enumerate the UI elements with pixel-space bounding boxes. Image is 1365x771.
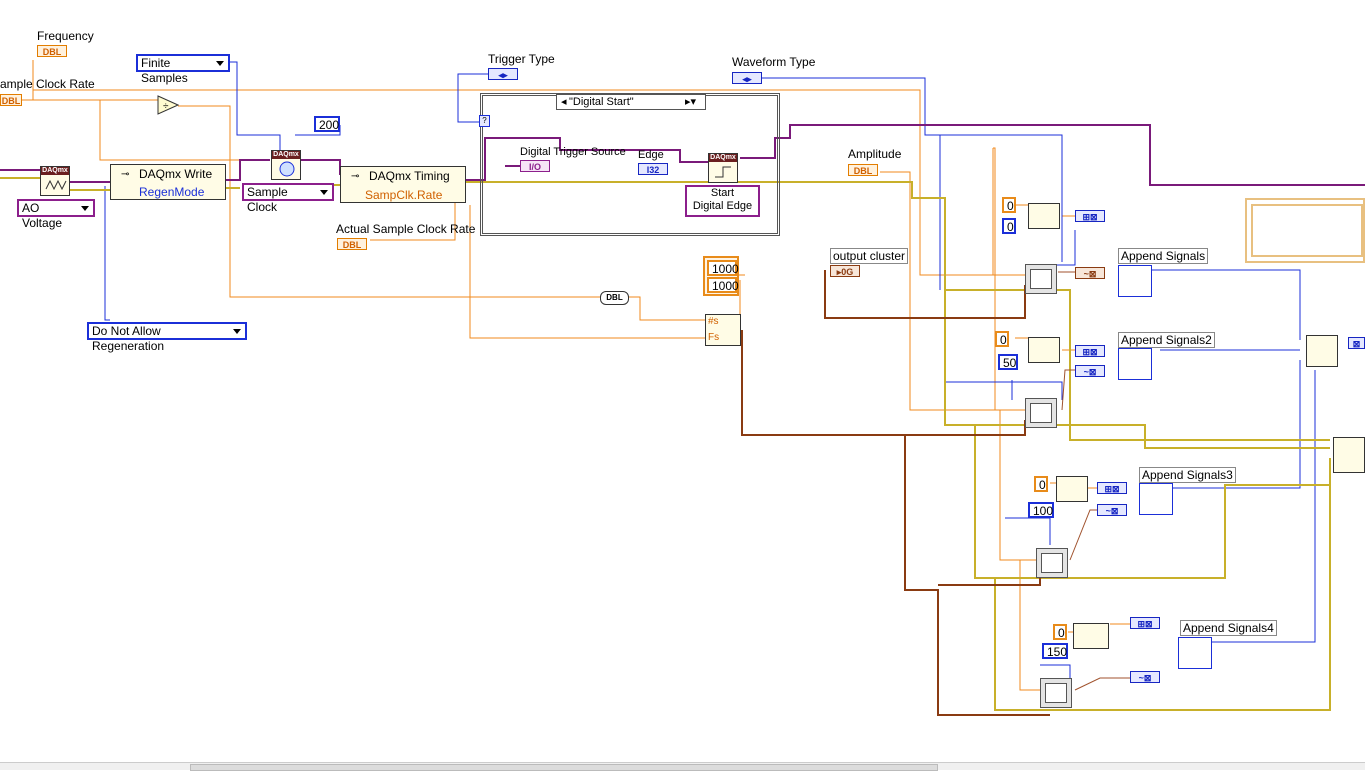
sine-waveform-icon[interactable]: ~⊠ — [1130, 671, 1160, 683]
case-selector-dropdown-icon: ▸▾ — [685, 96, 697, 108]
sample-clock-ring[interactable]: Sample Clock — [242, 183, 334, 214]
sample-array-constant[interactable]: 1000 1000 — [703, 256, 739, 296]
amplitude-label: Amplitude — [848, 147, 902, 161]
waveform-attr-icon[interactable]: ⊞⊠ — [1097, 482, 1127, 494]
scrollbar-thumb[interactable] — [190, 764, 938, 771]
ao-voltage-ring[interactable]: AO Voltage — [17, 199, 95, 230]
phase-constant-1[interactable]: 0 — [1002, 218, 1016, 234]
actual-sample-clock-rate-label: Actual Sample Clock Rate — [336, 222, 476, 236]
digital-trigger-source-label: Digital Trigger Source — [520, 146, 626, 158]
append-signals-express-vi[interactable] — [1118, 265, 1152, 297]
build-array-icon[interactable] — [1056, 476, 1088, 502]
waveform-type-label: Waveform Type — [732, 55, 816, 69]
sample-clock-rate-control[interactable]: DBL — [0, 94, 22, 106]
daqmx-timing-vi[interactable]: DAQmx — [271, 150, 301, 180]
waveform-attr-icon[interactable]: ⊞⊠ — [1130, 617, 1160, 629]
sampclk-rate-label: SampClk.Rate — [365, 188, 443, 202]
sine-waveform-icon[interactable]: ~⊠ — [1075, 267, 1105, 279]
waveform-chart-terminal[interactable] — [1245, 198, 1365, 263]
case-selector-left-arrow: ◂ — [561, 96, 567, 108]
frequency-label: Frequency — [37, 29, 94, 43]
regeneration-mode-ring[interactable]: Do Not Allow Regeneration — [87, 322, 247, 353]
edge-control[interactable]: I32 — [638, 163, 668, 175]
case-selector-terminal: ? — [479, 115, 490, 127]
waveform-attr-icon[interactable]: ⊞⊠ — [1075, 345, 1105, 357]
svg-text:÷: ÷ — [163, 101, 169, 112]
output-cluster-label: output cluster — [830, 248, 909, 264]
phase-constant-3[interactable]: 100 — [1028, 502, 1054, 518]
actual-sample-clock-rate-indicator[interactable]: DBL — [337, 238, 367, 250]
append-signals4-express-vi[interactable] — [1178, 637, 1212, 669]
start-digital-edge-ring[interactable]: Start Digital Edge — [685, 185, 760, 217]
amplitude-control[interactable]: DBL — [848, 164, 878, 176]
merge-output-icon[interactable]: ⊠ — [1348, 337, 1365, 349]
offset-constant-3[interactable]: 0 — [1034, 476, 1048, 492]
offset-constant-2[interactable]: 0 — [995, 331, 1009, 347]
offset-constant-4[interactable]: 0 — [1053, 624, 1067, 640]
constant-200[interactable]: 200 — [314, 116, 340, 132]
sine-waveform-icon[interactable]: ~⊠ — [1075, 365, 1105, 377]
arrow-icon: ⊸ — [121, 169, 130, 180]
clock-icon — [279, 161, 295, 177]
output-cluster-indicator[interactable]: ▸0G — [830, 265, 860, 277]
offset-constant-1[interactable]: 0 — [1002, 197, 1016, 213]
waveform-attr-icon[interactable]: ⊞⊠ — [1075, 210, 1105, 222]
waveform-type-enum-icon[interactable]: ◂▸ — [732, 72, 762, 84]
finite-samples-ring[interactable]: Finite Samples — [136, 54, 230, 85]
arrow-icon: ⊸ — [351, 171, 360, 182]
daqmx-trigger-vi[interactable]: DAQmx — [708, 153, 738, 183]
sine-waveform-icon[interactable]: ~⊠ — [1097, 504, 1127, 516]
append-signals2-express-vi[interactable] — [1118, 348, 1152, 380]
append-signals2-label: Append Signals2 — [1118, 332, 1215, 348]
merge-signals-node[interactable] — [1306, 335, 1338, 367]
append-signals3-express-vi[interactable] — [1139, 483, 1173, 515]
bundle-by-name-node[interactable]: #s Fs — [705, 314, 741, 346]
append-signals-label: Append Signals — [1118, 248, 1209, 264]
trigger-type-label: Trigger Type — [488, 52, 555, 66]
daqmx-timing-property-node[interactable]: ⊸ DAQmx Timing SampClk.Rate — [340, 166, 466, 203]
daqmx-write-node[interactable]: DAQmx Write ⊸ RegenMode — [110, 164, 226, 200]
append-signals3-label: Append Signals3 — [1139, 467, 1236, 483]
divide-icon[interactable]: ÷ — [157, 95, 179, 115]
to-dbl-conversion-icon[interactable]: DBL — [600, 291, 629, 305]
sample-clock-rate-label: ample Clock Rate — [0, 77, 95, 91]
digital-edge-icon — [715, 166, 731, 178]
phase-constant-4[interactable]: 150 — [1042, 643, 1068, 659]
merge-errors-node[interactable] — [1333, 437, 1365, 473]
regen-mode-label: RegenMode — [139, 185, 205, 199]
case-selector[interactable]: ◂ "Digital Start" ▸▾ — [556, 94, 706, 110]
daqmx-create-channel-node[interactable]: DAQmx — [40, 166, 70, 196]
waveform-generator-subvi[interactable] — [1040, 678, 1072, 708]
waveform-generator-subvi[interactable] — [1025, 264, 1057, 294]
build-array-icon[interactable] — [1073, 623, 1109, 649]
trigger-type-enum-icon[interactable]: ◂▸ — [488, 68, 518, 80]
build-array-icon[interactable] — [1028, 337, 1060, 363]
build-array-icon[interactable] — [1028, 203, 1060, 229]
digital-trigger-source-control[interactable]: I/O — [520, 160, 550, 172]
phase-constant-2[interactable]: 50 — [998, 354, 1018, 370]
waveform-generator-subvi[interactable] — [1036, 548, 1068, 578]
append-signals4-label: Append Signals4 — [1180, 620, 1277, 636]
signal-gen-icon — [45, 179, 67, 191]
frequency-control[interactable]: DBL — [37, 45, 67, 57]
waveform-generator-subvi[interactable] — [1025, 398, 1057, 428]
edge-label: Edge — [638, 149, 664, 161]
